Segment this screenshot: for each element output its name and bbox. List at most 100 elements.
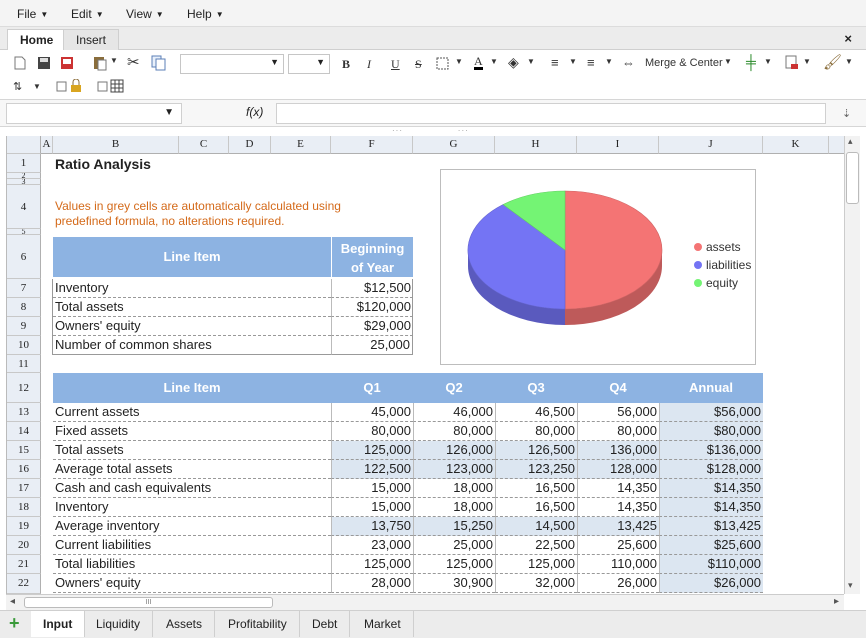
table2-label[interactable]: Inventory: [53, 498, 331, 517]
table2-value[interactable]: 28,000: [331, 574, 413, 593]
table2-label[interactable]: Average total assets: [53, 460, 331, 479]
table2-value[interactable]: 32,000: [495, 574, 577, 593]
table2-value[interactable]: 14,350: [577, 498, 659, 517]
fill-color-icon[interactable]: ◈: [508, 54, 519, 71]
clear-brush-icon[interactable]: 🖌: [823, 53, 842, 71]
sheet-tab-input[interactable]: Input: [31, 611, 86, 637]
table2-value[interactable]: 126,000: [413, 441, 495, 460]
table2-label[interactable]: Owners' equity: [53, 574, 331, 593]
column-header[interactable]: C: [179, 136, 229, 154]
table1-value[interactable]: $12,500: [331, 279, 413, 298]
splitter-grip[interactable]: ··· ···: [392, 126, 469, 135]
table2-annual[interactable]: $80,000: [659, 422, 763, 441]
table2-annual[interactable]: $26,000: [659, 574, 763, 593]
table2-value[interactable]: 15,250: [413, 517, 495, 536]
row-header[interactable]: 10: [7, 336, 41, 355]
table2-value[interactable]: 125,000: [413, 555, 495, 574]
table2-value[interactable]: 125,000: [331, 441, 413, 460]
table2-value[interactable]: 80,000: [577, 422, 659, 441]
table1-label[interactable]: Inventory: [53, 279, 331, 298]
table2-value[interactable]: 56,000: [577, 403, 659, 422]
table2-value[interactable]: 46,000: [413, 403, 495, 422]
table2-value[interactable]: 125,000: [331, 555, 413, 574]
menu-view[interactable]: View ▼: [126, 7, 164, 21]
table2-label[interactable]: Current liabilities: [53, 536, 331, 555]
new-file-icon[interactable]: [14, 56, 26, 70]
tab-insert[interactable]: Insert: [63, 29, 120, 51]
table2-value[interactable]: 23,000: [331, 536, 413, 555]
table2-annual[interactable]: $25,600: [659, 536, 763, 555]
italic-button[interactable]: I: [367, 57, 371, 72]
borders-dropdown-icon[interactable]: ▼: [455, 57, 463, 66]
table2-value[interactable]: 123,250: [495, 460, 577, 479]
bold-button[interactable]: B: [342, 57, 350, 72]
table2-label[interactable]: Total assets: [53, 441, 331, 460]
row-header[interactable]: 4: [7, 185, 41, 229]
table2-value[interactable]: 15,000: [331, 498, 413, 517]
scroll-up-icon[interactable]: ▴: [848, 136, 853, 147]
table2-value[interactable]: 80,000: [331, 422, 413, 441]
table1-value[interactable]: 25,000: [331, 336, 413, 355]
tab-home[interactable]: Home: [7, 29, 67, 51]
row-header[interactable]: 19: [7, 517, 41, 536]
insert-rows-icon[interactable]: ╪: [746, 54, 756, 70]
delete-rows-icon[interactable]: [785, 55, 799, 70]
table2-annual[interactable]: $14,350: [659, 479, 763, 498]
merge-dropdown-icon[interactable]: ▼: [724, 57, 732, 66]
underline-button[interactable]: U: [391, 57, 400, 72]
column-header[interactable]: J: [659, 136, 763, 154]
select-all-corner[interactable]: [7, 136, 41, 154]
row-header[interactable]: 9: [7, 317, 41, 336]
lock-cell-icon[interactable]: [56, 79, 84, 93]
table2-value[interactable]: 18,000: [413, 498, 495, 517]
table2-value[interactable]: 22,500: [495, 536, 577, 555]
font-color-dropdown-icon[interactable]: ▼: [490, 57, 498, 66]
column-header[interactable]: E: [271, 136, 331, 154]
table1-value[interactable]: $120,000: [331, 298, 413, 317]
row-header[interactable]: 21: [7, 555, 41, 574]
table1-value[interactable]: $29,000: [331, 317, 413, 336]
delete-rows-dropdown-icon[interactable]: ▼: [803, 57, 811, 66]
table2-value[interactable]: 122,500: [331, 460, 413, 479]
merge-center-button[interactable]: Merge & Center: [645, 57, 723, 69]
save-icon[interactable]: [37, 56, 51, 70]
row-header[interactable]: 7: [7, 279, 41, 298]
borders-icon[interactable]: [436, 57, 449, 70]
scroll-right-icon[interactable]: ▸: [834, 596, 839, 607]
font-color-button[interactable]: A: [474, 55, 483, 70]
sheet-tab-liquidity[interactable]: Liquidity: [84, 611, 154, 637]
table2-value[interactable]: 25,000: [413, 536, 495, 555]
column-header[interactable]: I: [577, 136, 659, 154]
strikethrough-button[interactable]: S: [415, 57, 422, 72]
clear-dropdown-icon[interactable]: ▼: [845, 57, 853, 66]
column-header[interactable]: B: [53, 136, 179, 154]
scroll-down-icon[interactable]: ▾: [848, 580, 853, 591]
vertical-align-icon[interactable]: ≡: [551, 55, 559, 70]
column-header[interactable]: G: [413, 136, 495, 154]
fill-color-dropdown-icon[interactable]: ▼: [527, 57, 535, 66]
table2-value[interactable]: 30,900: [413, 574, 495, 593]
table2-value[interactable]: 25,600: [577, 536, 659, 555]
cut-icon[interactable]: ✂: [127, 53, 140, 71]
add-sheet-icon[interactable]: +: [9, 613, 20, 633]
table2-value[interactable]: 14,350: [577, 479, 659, 498]
table2-value[interactable]: 18,000: [413, 479, 495, 498]
sheet-tab-assets[interactable]: Assets: [154, 611, 216, 637]
table2-annual[interactable]: $56,000: [659, 403, 763, 422]
row-header[interactable]: 13: [7, 403, 41, 422]
table2-value[interactable]: 123,000: [413, 460, 495, 479]
table2-value[interactable]: 46,500: [495, 403, 577, 422]
table2-value[interactable]: 80,000: [495, 422, 577, 441]
font-size-select[interactable]: ▼: [288, 54, 330, 74]
gridlines-icon[interactable]: [97, 79, 125, 93]
insert-rows-dropdown-icon[interactable]: ▼: [764, 57, 772, 66]
column-header[interactable]: K: [763, 136, 829, 154]
table2-annual[interactable]: $14,350: [659, 498, 763, 517]
name-box-dropdown-icon[interactable]: ▼: [164, 107, 174, 118]
column-header[interactable]: A: [41, 136, 53, 154]
row-header[interactable]: 11: [7, 355, 41, 373]
table1-label[interactable]: Number of common shares: [53, 336, 331, 355]
table2-label[interactable]: Average inventory: [53, 517, 331, 536]
vertical-scroll-thumb[interactable]: [846, 152, 859, 204]
horizontal-scrollbar[interactable]: ◂ III ▸: [6, 594, 844, 610]
